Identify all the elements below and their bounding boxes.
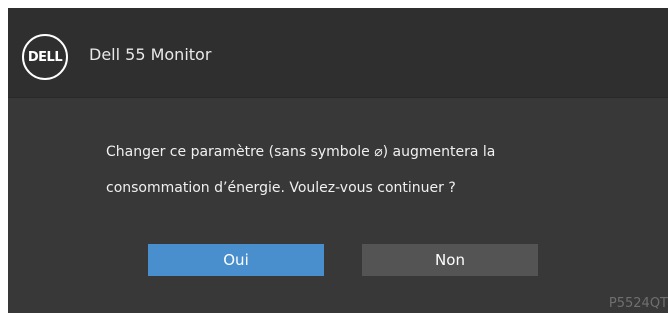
- model-number: P5524QT: [608, 296, 668, 311]
- message-line-2: consommation d’énergie. Voulez-vous cont…: [106, 180, 456, 196]
- confirmation-message: Changer ce paramètre (sans symbole ⌀) au…: [106, 134, 626, 206]
- message-line-1: Changer ce paramètre (sans symbole ⌀) au…: [106, 144, 496, 160]
- header-divider: [8, 97, 668, 98]
- no-button[interactable]: Non: [362, 244, 538, 276]
- yes-button[interactable]: Oui: [148, 244, 324, 276]
- osd-header: DELL Dell 55 Monitor: [8, 8, 668, 97]
- dell-logo-icon: DELL: [22, 34, 68, 80]
- monitor-osd-dialog: DELL Dell 55 Monitor Changer ce paramètr…: [8, 8, 668, 313]
- monitor-title: Dell 55 Monitor: [89, 45, 212, 64]
